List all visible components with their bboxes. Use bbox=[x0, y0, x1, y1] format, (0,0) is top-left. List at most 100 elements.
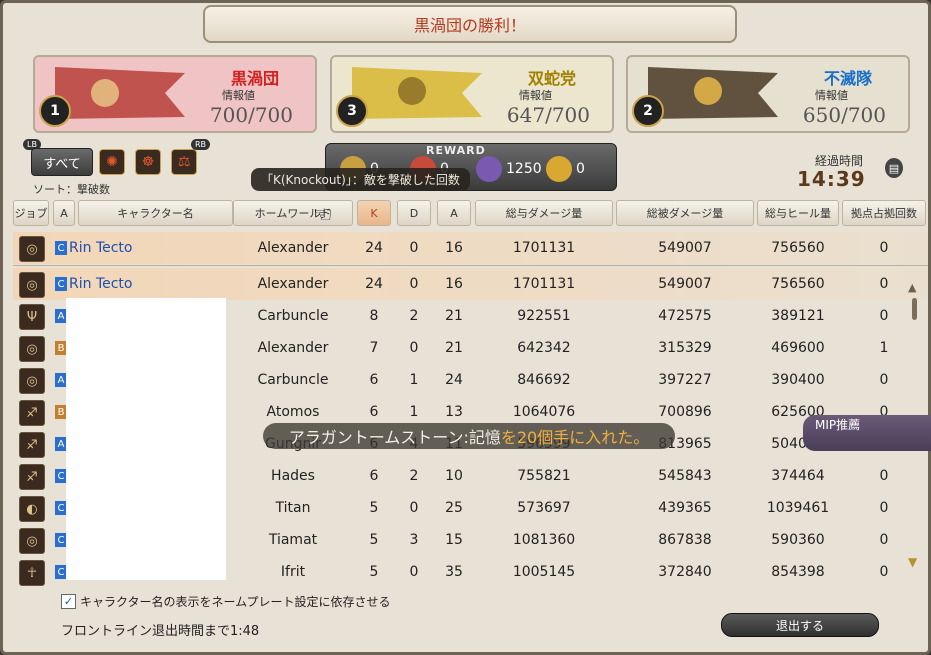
notification-highlight: を20個手に入れた。 bbox=[500, 428, 650, 447]
cell-d: 0 bbox=[409, 276, 419, 292]
redacted-names bbox=[66, 298, 226, 580]
column-header-knockout[interactable]: K bbox=[357, 200, 391, 226]
cell-taken: 439365 bbox=[658, 500, 712, 516]
rank-badge: 2 bbox=[632, 95, 664, 127]
cell-k: 5 bbox=[369, 532, 379, 548]
rb-hint: RB bbox=[191, 139, 211, 150]
cell-a: 24 bbox=[445, 372, 463, 388]
immortal-flames-filter-icon[interactable]: ⚖ bbox=[171, 149, 197, 175]
cell-d: 1 bbox=[409, 372, 419, 388]
cell-d: 2 bbox=[409, 308, 419, 324]
column-header-healing[interactable]: 総与ヒール量 bbox=[757, 200, 839, 226]
cell-dmg: 573697 bbox=[517, 500, 571, 516]
purple-seal-icon bbox=[476, 156, 502, 182]
cell-a: 25 bbox=[445, 500, 463, 516]
scroll-down-icon[interactable]: ▼ bbox=[908, 555, 917, 569]
cell-k: 5 bbox=[369, 564, 379, 580]
twin-adder-filter-icon[interactable]: ☸ bbox=[135, 149, 161, 175]
filter-all-button[interactable]: すべて bbox=[31, 148, 93, 176]
job-icon: ◎ bbox=[19, 236, 45, 262]
cell-heal: 590360 bbox=[771, 532, 825, 548]
result-title: 黒渦団の勝利！ bbox=[203, 5, 737, 43]
cell-world: Carbuncle bbox=[257, 372, 329, 388]
cell-world: Hades bbox=[271, 468, 315, 484]
column-header-damage-taken[interactable]: 総被ダメージ量 bbox=[616, 200, 754, 226]
cell-heal: 854398 bbox=[771, 564, 825, 580]
job-icon: ♐ bbox=[19, 464, 45, 490]
job-icon: ♐ bbox=[19, 400, 45, 426]
cell-k: 7 bbox=[369, 340, 379, 356]
column-header-captures[interactable]: 拠点占拠回数 bbox=[842, 200, 926, 226]
cell-k: 24 bbox=[365, 276, 383, 292]
job-icon: ◎ bbox=[19, 368, 45, 394]
cell-a: 35 bbox=[445, 564, 463, 580]
cell-cap: 0 bbox=[879, 468, 889, 484]
rank-badge: 3 bbox=[336, 95, 368, 127]
scrollbar-thumb[interactable] bbox=[912, 298, 917, 320]
cell-dmg: 846692 bbox=[517, 372, 571, 388]
table-header: ジョブ A キャラクター名 ホームワールド K D A 総与ダメージ量 総被ダメ… bbox=[13, 200, 928, 228]
exit-countdown: フロントライン退出時間まで1:48 bbox=[61, 624, 260, 639]
scroll-up-icon[interactable]: ▲ bbox=[908, 281, 916, 294]
job-icon: ☥ bbox=[19, 560, 45, 586]
column-header-assists[interactable]: A bbox=[437, 200, 471, 226]
cell-world: Carbuncle bbox=[257, 308, 329, 324]
column-header-world[interactable]: ホームワールド bbox=[233, 200, 353, 226]
checkbox-label: キャラクター名の表示をネームプレート設定に依存させる bbox=[80, 595, 391, 609]
cell-taken: 397227 bbox=[658, 372, 712, 388]
cell-k: 5 bbox=[369, 500, 379, 516]
cell-k: 8 bbox=[369, 308, 379, 324]
reward-item: 1250 bbox=[476, 156, 542, 182]
cell-taken: 472575 bbox=[658, 308, 712, 324]
mip-recommend-button[interactable]: MIP推薦 bbox=[803, 415, 931, 451]
elapsed-time: 14:39 bbox=[797, 167, 866, 191]
cell-heal: 1039461 bbox=[766, 500, 830, 516]
job-icon: Ψ bbox=[19, 304, 45, 330]
column-header-job[interactable]: ジョブ bbox=[13, 200, 49, 226]
column-header-name[interactable]: キャラクター名 bbox=[78, 200, 233, 226]
job-icon: ◎ bbox=[19, 528, 45, 554]
cell-d: 3 bbox=[409, 532, 419, 548]
maelstrom-filter-icon[interactable]: ✺ bbox=[99, 149, 125, 175]
info-value: 650/700 bbox=[802, 103, 886, 127]
cell-d: 0 bbox=[409, 340, 419, 356]
cell-cap: 1 bbox=[879, 340, 889, 356]
character-name: Rin Tecto bbox=[69, 276, 133, 292]
cell-world: Titan bbox=[275, 500, 311, 516]
rank-badge: 1 bbox=[39, 95, 71, 127]
table-row[interactable]: ◎ C Rin Tecto Alexander 24 0 16 1701131 549007 75… bbox=[13, 268, 928, 300]
cell-heal: 756560 bbox=[771, 240, 825, 256]
cell-a: 15 bbox=[445, 532, 463, 548]
cell-a: 21 bbox=[445, 340, 463, 356]
cell-dmg: 1081360 bbox=[512, 532, 576, 548]
table-row[interactable]: ◎ C Rin Tecto Alexander 24 0 16 1701131 549007 75… bbox=[13, 232, 928, 264]
cell-taken: 545843 bbox=[658, 468, 712, 484]
document-icon[interactable]: ▤ bbox=[885, 158, 903, 178]
character-name: Rin Tecto bbox=[69, 240, 133, 256]
team-tag: C bbox=[55, 277, 67, 291]
team-card-immortal-flames: 2 不滅隊 情報値 650/700 bbox=[626, 55, 910, 133]
column-header-deaths[interactable]: D bbox=[397, 200, 431, 226]
info-value: 647/700 bbox=[506, 103, 590, 127]
cell-k: 24 bbox=[365, 240, 383, 256]
column-header-team[interactable]: A bbox=[53, 200, 75, 226]
cell-cap: 0 bbox=[879, 372, 889, 388]
exit-button[interactable]: 退出する bbox=[721, 613, 879, 637]
column-header-damage-dealt[interactable]: 総与ダメージ量 bbox=[475, 200, 613, 226]
cell-taken: 315329 bbox=[658, 340, 712, 356]
result-title-text: 黒渦団の勝利！ bbox=[413, 16, 526, 35]
sort-label: ソート：撃破数 bbox=[33, 183, 110, 196]
team-tag: C bbox=[55, 241, 67, 255]
reward-value: 0 bbox=[576, 161, 585, 177]
loot-notification: アラガントームストーン:記憶 を20個手に入れた。 bbox=[263, 423, 675, 449]
checkbox-checked-icon[interactable]: ✓ bbox=[61, 594, 76, 609]
cell-dmg: 1005145 bbox=[512, 564, 576, 580]
cell-dmg: 642342 bbox=[517, 340, 571, 356]
info-label: 情報値 bbox=[519, 89, 552, 102]
column-tooltip: 「K(Knockout)」：敵を撃破した回数 bbox=[251, 168, 470, 191]
nameplate-setting-checkbox[interactable]: ✓ キャラクター名の表示をネームプレート設定に依存させる bbox=[61, 593, 390, 610]
cell-world: Tiamat bbox=[268, 532, 318, 548]
cell-dmg: 755821 bbox=[517, 468, 571, 484]
job-icon: ◎ bbox=[19, 336, 45, 362]
team-name: 黒渦団 bbox=[230, 69, 279, 88]
